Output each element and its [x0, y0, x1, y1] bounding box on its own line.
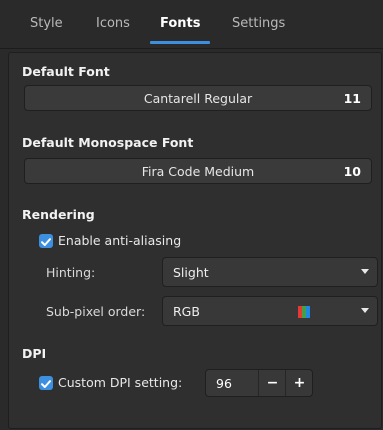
monospace-font-name: Fira Code Medium — [141, 164, 255, 179]
rgb-stripes-icon — [298, 306, 310, 318]
dpi-title: DPI — [22, 346, 47, 361]
chevron-down-icon — [361, 308, 369, 313]
tab-fonts[interactable]: Fonts — [160, 16, 201, 31]
chevron-down-icon — [361, 269, 369, 274]
monospace-font-title: Default Monospace Font — [22, 135, 194, 150]
fonts-settings-window: Style Icons Fonts Settings Default Font … — [0, 0, 383, 430]
dpi-increment-button[interactable]: + — [285, 370, 313, 396]
custom-dpi-checkbox[interactable] — [39, 376, 53, 390]
tab-bar: Style Icons Fonts Settings — [0, 0, 383, 49]
default-font-name: Cantarell Regular — [143, 91, 253, 106]
hinting-dropdown[interactable]: Slight — [162, 257, 378, 287]
default-font-size: 11 — [343, 91, 361, 106]
dpi-spinbutton[interactable]: − + — [205, 369, 313, 397]
antialias-label: Enable anti-aliasing — [58, 233, 182, 248]
tab-settings[interactable]: Settings — [232, 16, 285, 31]
monospace-font-button[interactable]: Fira Code Medium 10 — [24, 158, 372, 184]
dpi-decrement-button[interactable]: − — [258, 370, 286, 396]
antialias-checkbox-row[interactable]: Enable anti-aliasing — [39, 233, 209, 251]
default-font-button[interactable]: Cantarell Regular 11 — [24, 85, 372, 111]
active-tab-indicator — [150, 41, 210, 44]
hinting-label: Hinting: — [46, 265, 96, 280]
custom-dpi-checkbox-row[interactable]: Custom DPI setting: — [39, 375, 199, 393]
default-font-title: Default Font — [22, 64, 110, 79]
antialias-checkbox[interactable] — [39, 234, 53, 248]
tab-icons[interactable]: Icons — [96, 16, 130, 31]
check-icon — [41, 238, 51, 246]
monospace-font-size: 10 — [343, 164, 361, 179]
subpixel-dropdown[interactable]: RGB — [162, 296, 378, 326]
custom-dpi-label: Custom DPI setting: — [58, 375, 183, 390]
subpixel-label: Sub-pixel order: — [46, 304, 146, 319]
dpi-value-input[interactable] — [216, 376, 254, 391]
rendering-title: Rendering — [22, 207, 95, 222]
tab-style[interactable]: Style — [30, 16, 63, 31]
subpixel-value: RGB — [173, 304, 200, 319]
hinting-value: Slight — [173, 265, 209, 280]
check-icon — [41, 380, 51, 388]
